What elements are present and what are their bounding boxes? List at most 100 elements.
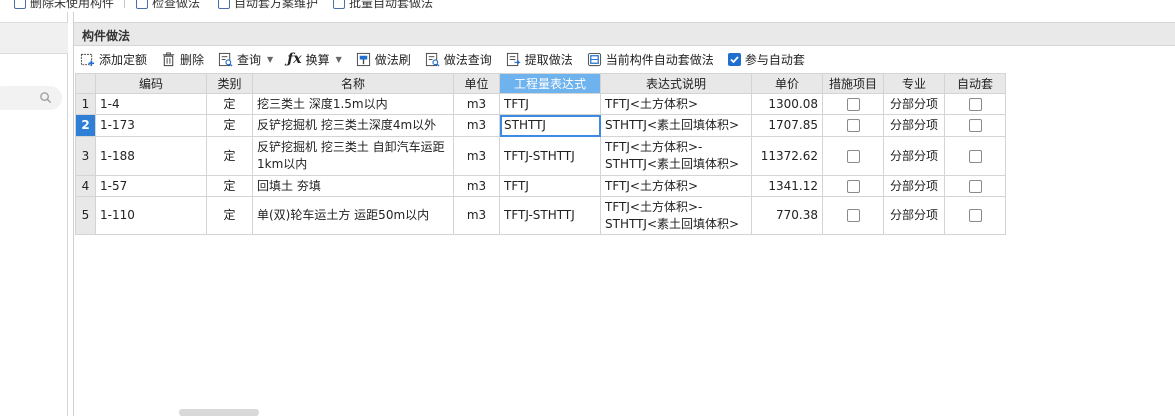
price-cell[interactable]: 1300.08 (751, 93, 823, 115)
description-cell[interactable]: TFTJ<土方体积> (600, 93, 752, 115)
price-cell[interactable]: 1707.85 (751, 114, 823, 137)
expression-cell[interactable]: TFTJ-STHTTJ (499, 136, 601, 176)
header-measure-item[interactable]: 措施项目 (822, 73, 884, 94)
name-cell[interactable]: 反铲挖掘机 挖三类土深度4m以外 (252, 114, 454, 137)
measure-cell[interactable] (822, 93, 884, 115)
current-auto-method-button[interactable]: 当前构件自动套做法 (587, 51, 714, 68)
expression-cell[interactable]: TFTJ-STHTTJ (499, 196, 601, 235)
join-auto-checkbox[interactable]: 参与自动套 (727, 51, 805, 68)
query-dropdown[interactable]: 查询 ▼ (218, 51, 273, 68)
description-cell[interactable]: TFTJ<土方体积> (600, 175, 752, 197)
row-number[interactable]: 1 (75, 93, 96, 115)
expression-cell-active[interactable]: STHTTJ (499, 114, 601, 137)
convert-dropdown[interactable]: ƒx 换算 ▼ (287, 51, 342, 68)
check-method-button[interactable]: 检查做法 (136, 0, 200, 11)
name-cell[interactable]: 回填土 夯填 (252, 175, 454, 197)
measure-checkbox[interactable] (846, 179, 860, 193)
code-cell[interactable]: 1-188 (95, 136, 207, 176)
header-type[interactable]: 类别 (206, 73, 253, 94)
extract-method-button[interactable]: 提取做法 (506, 51, 573, 68)
auto-cell[interactable] (944, 196, 1006, 235)
specialty-cell[interactable]: 分部分项 (883, 114, 945, 137)
measure-cell[interactable] (822, 114, 884, 137)
expression-cell[interactable]: TFTJ (499, 175, 601, 197)
table-row[interactable]: 5 1-110 定 单(双)轮车运土方 运距50m以内 m3 TFTJ-STHT… (75, 196, 1006, 235)
unit-cell[interactable]: m3 (453, 196, 500, 235)
horizontal-scrollbar[interactable] (179, 409, 259, 416)
measure-checkbox[interactable] (846, 149, 860, 163)
auto-cell[interactable] (944, 136, 1006, 176)
auto-cell[interactable] (944, 175, 1006, 197)
auto-scheme-button[interactable]: 自动套方案维护 (218, 0, 318, 11)
price-cell[interactable]: 770.38 (751, 196, 823, 235)
expression-cell[interactable]: TFTJ (499, 93, 601, 115)
header-code[interactable]: 编码 (95, 73, 207, 94)
type-cell[interactable]: 定 (206, 196, 253, 235)
auto-checkbox[interactable] (968, 149, 982, 163)
header-quantity-expression[interactable]: 工程量表达式 (499, 73, 601, 94)
add-quota-button[interactable]: 添加定额 (80, 51, 147, 68)
unit-cell[interactable]: m3 (453, 136, 500, 176)
auto-checkbox[interactable] (968, 209, 982, 222)
description-cell[interactable]: STHTTJ<素土回填体积> (600, 114, 752, 137)
specialty-cell[interactable]: 分部分项 (883, 93, 945, 115)
measure-cell[interactable] (822, 175, 884, 197)
description-cell[interactable]: TFTJ<土方体积>-STHTTJ<素土回填体积> (600, 136, 752, 176)
specialty-cell[interactable]: 分部分项 (883, 196, 945, 235)
header-auto[interactable]: 自动套 (944, 73, 1006, 94)
auto-cell[interactable] (944, 114, 1006, 137)
measure-cell[interactable] (822, 196, 884, 235)
code-cell[interactable]: 1-57 (95, 175, 207, 197)
unit-cell[interactable]: m3 (453, 114, 500, 137)
description-cell[interactable]: TFTJ<土方体积>-STHTTJ<素土回填体积> (600, 196, 752, 235)
delete-unused-button[interactable]: 删除未使用构件 (14, 0, 114, 11)
specialty-cell[interactable]: 分部分项 (883, 175, 945, 197)
type-cell[interactable]: 定 (206, 175, 253, 197)
code-cell[interactable]: 1-110 (95, 196, 207, 235)
method-query-button[interactable]: 做法查询 (425, 51, 492, 68)
row-number[interactable]: 5 (75, 196, 96, 235)
price-cell[interactable]: 1341.12 (751, 175, 823, 197)
type-cell[interactable]: 定 (206, 93, 253, 115)
auto-checkbox[interactable] (968, 119, 982, 132)
measure-cell[interactable] (822, 136, 884, 176)
measure-checkbox[interactable] (846, 119, 860, 132)
header-expression-description[interactable]: 表达式说明 (600, 73, 752, 94)
name-cell[interactable]: 单(双)轮车运土方 运距50m以内 (252, 196, 454, 235)
search-input[interactable] (0, 86, 62, 110)
row-number[interactable]: 4 (75, 175, 96, 197)
header-unit-price[interactable]: 单价 (751, 73, 823, 94)
unit-cell[interactable]: m3 (453, 175, 500, 197)
type-cell[interactable]: 定 (206, 114, 253, 137)
batch-auto-button[interactable]: 批量自动套做法 (333, 0, 433, 11)
code-cell[interactable]: 1-173 (95, 114, 207, 137)
specialty-cell[interactable]: 分部分项 (883, 136, 945, 176)
auto-checkbox[interactable] (968, 97, 982, 111)
header-name[interactable]: 名称 (252, 73, 454, 94)
search-icon[interactable] (39, 91, 52, 104)
delete-button[interactable]: 删除 (161, 51, 204, 68)
corner-cell[interactable] (75, 73, 96, 94)
auto-scheme-label: 自动套方案维护 (234, 0, 319, 10)
auto-checkbox[interactable] (968, 179, 982, 193)
measure-checkbox[interactable] (846, 97, 860, 111)
row-number[interactable]: 3 (75, 136, 96, 176)
unit-cell[interactable]: m3 (453, 93, 500, 115)
table-row[interactable]: 3 1-188 定 反铲挖掘机 挖三类土 自卸汽车运距1km以内 m3 TFTJ… (75, 136, 1006, 176)
measure-checkbox[interactable] (846, 209, 860, 222)
auto-cell[interactable] (944, 93, 1006, 115)
header-specialty[interactable]: 专业 (883, 73, 945, 94)
name-cell[interactable]: 反铲挖掘机 挖三类土 自卸汽车运距1km以内 (252, 136, 454, 176)
method-brush-button[interactable]: 做法刷 (356, 51, 411, 68)
table-row-selected[interactable]: 2 1-173 定 反铲挖掘机 挖三类土深度4m以外 m3 STHTTJ STH… (75, 114, 1006, 137)
row-number[interactable]: 2 (75, 114, 96, 137)
name-cell[interactable]: 挖三类土 深度1.5m以内 (252, 93, 454, 115)
function-icon: ƒx (287, 51, 302, 67)
header-unit[interactable]: 单位 (453, 73, 500, 94)
table-row[interactable]: 1 1-4 定 挖三类土 深度1.5m以内 m3 TFTJ TFTJ<土方体积>… (75, 93, 1006, 115)
left-panel (0, 12, 68, 416)
table-row[interactable]: 4 1-57 定 回填土 夯填 m3 TFTJ TFTJ<土方体积> 1341.… (75, 175, 1006, 197)
type-cell[interactable]: 定 (206, 136, 253, 176)
code-cell[interactable]: 1-4 (95, 93, 207, 115)
price-cell[interactable]: 11372.62 (751, 136, 823, 176)
